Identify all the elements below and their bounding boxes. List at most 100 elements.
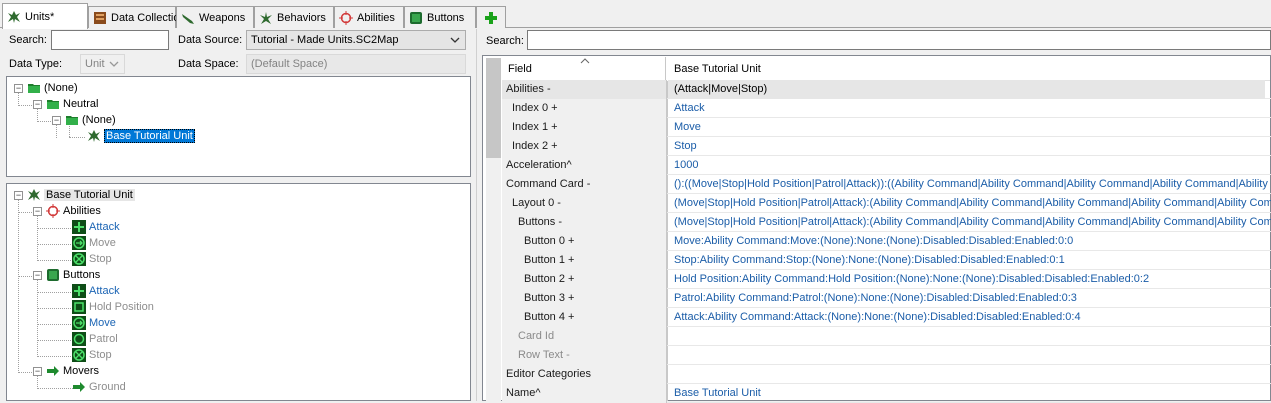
- tree-node-button-patrol[interactable]: Patrol: [72, 331, 118, 347]
- column-header-field[interactable]: Field: [502, 57, 666, 81]
- tree-node-ability-stop[interactable]: Stop: [72, 251, 112, 267]
- grid-field-name[interactable]: Card Id: [502, 327, 667, 346]
- grid-field-value[interactable]: Move: [674, 118, 1271, 137]
- grid-field-value[interactable]: Attack: [674, 99, 1271, 118]
- grid-field-value[interactable]: 1000: [674, 156, 1271, 175]
- grid-field-value[interactable]: (Attack|Move|Stop): [668, 80, 1265, 99]
- grid-field-name[interactable]: Acceleration^: [502, 156, 667, 175]
- grid-field-name[interactable]: Button 1 +: [502, 251, 667, 270]
- tab-buttons[interactable]: Buttons: [404, 6, 476, 28]
- grid-row[interactable]: Button 1 + Stop:Ability Command:Stop:(Non…: [502, 251, 1271, 270]
- grid-row[interactable]: Abilities - (Attack|Move|Stop): [502, 80, 1271, 99]
- tree-node-base-tutorial-unit[interactable]: − Base Tutorial Unit: [14, 187, 135, 203]
- grid-field-name[interactable]: Editor Categories: [502, 365, 667, 384]
- collapse-icon[interactable]: −: [14, 83, 23, 93]
- object-detail-tree[interactable]: − Base Tutorial Unit − Abilities Attack …: [6, 183, 471, 401]
- grid-row[interactable]: Acceleration^ 1000: [502, 156, 1271, 175]
- grid-field-name[interactable]: Index 1 +: [502, 118, 667, 137]
- data-type-dropdown[interactable]: Unit: [80, 54, 125, 74]
- grid-field-name[interactable]: Button 4 +: [502, 308, 667, 327]
- grid-row[interactable]: Index 2 + Stop: [502, 137, 1271, 156]
- grid-row[interactable]: Row Text -: [502, 346, 1271, 365]
- grid-row[interactable]: Index 1 + Move: [502, 118, 1271, 137]
- grid-field-name[interactable]: Button 2 +: [502, 270, 667, 289]
- tree-node-label: Abilities: [63, 205, 101, 217]
- grid-row[interactable]: Command Card - ():((Move|Stop|Hold Positi…: [502, 175, 1271, 194]
- tree-node-base-tutorial-unit[interactable]: Base Tutorial Unit: [87, 128, 195, 144]
- tree-node-label: Base Tutorial Unit: [44, 189, 135, 201]
- grid-row[interactable]: Button 4 + Attack:Ability Command:Attack:…: [502, 308, 1271, 327]
- grid-field-name[interactable]: Command Card -: [502, 175, 667, 194]
- tab-data-collections[interactable]: Data Collections: [88, 6, 191, 28]
- tree-node-label: Movers: [63, 365, 100, 377]
- hold-icon: [72, 300, 86, 314]
- right-search-label: Search:: [486, 35, 524, 47]
- collapse-icon[interactable]: −: [33, 366, 42, 376]
- grid-row[interactable]: Layout 0 - (Move|Stop|Hold Position|Patro…: [502, 194, 1271, 213]
- grid-field-value[interactable]: Patrol:Ability Command:Patrol:(None):Non…: [674, 289, 1271, 308]
- object-list-tree[interactable]: − (None) − Neutral − (None) Base Tutoria…: [6, 76, 471, 177]
- tree-node-button-stop[interactable]: Stop: [72, 347, 112, 363]
- attack-icon: [72, 220, 86, 234]
- tree-node-abilities[interactable]: − Abilities: [33, 203, 101, 219]
- grid-row[interactable]: Name^ Base Tutorial Unit: [502, 384, 1271, 403]
- tree-node-movers[interactable]: − Movers: [33, 363, 99, 379]
- tree-node-none-sub[interactable]: − (None): [52, 112, 116, 128]
- tree-node-buttons[interactable]: − Buttons: [33, 267, 100, 283]
- grid-field-value[interactable]: Attack:Ability Command:Attack:(None):Non…: [674, 308, 1271, 327]
- collapse-icon[interactable]: −: [52, 115, 61, 125]
- grid-field-name[interactable]: Row Text -: [502, 346, 667, 365]
- left-search-input[interactable]: [51, 30, 169, 50]
- tree-node-label: Move: [89, 317, 116, 329]
- grid-field-name[interactable]: Name^: [502, 384, 667, 403]
- grid-field-value[interactable]: [674, 327, 1271, 346]
- tree-node-button-move[interactable]: Move: [72, 315, 116, 331]
- tab-units[interactable]: Units*: [2, 3, 88, 29]
- add-tab-button[interactable]: [476, 6, 506, 28]
- vertical-scrollbar-thumb[interactable]: [486, 58, 501, 158]
- tree-node-ability-move[interactable]: Move: [72, 235, 116, 251]
- collapse-icon[interactable]: −: [33, 99, 42, 109]
- grid-field-name[interactable]: Index 2 +: [502, 137, 667, 156]
- column-header-value[interactable]: Base Tutorial Unit: [668, 57, 1270, 81]
- tab-behaviors[interactable]: Behaviors: [254, 6, 334, 28]
- data-source-dropdown[interactable]: Tutorial - Made Units.SC2Map: [246, 30, 466, 50]
- grid-field-value[interactable]: Move:Ability Command:Move:(None):None:(N…: [674, 232, 1271, 251]
- tab-weapons[interactable]: Weapons: [176, 6, 254, 28]
- grid-field-name[interactable]: Layout 0 -: [502, 194, 667, 213]
- grid-field-name[interactable]: Button 0 +: [502, 232, 667, 251]
- grid-row[interactable]: Button 2 + Hold Position:Ability Command:…: [502, 270, 1271, 289]
- tab-abilities[interactable]: Abilities: [334, 6, 404, 28]
- collapse-icon[interactable]: −: [33, 206, 42, 216]
- grid-row[interactable]: Card Id: [502, 327, 1271, 346]
- grid-row[interactable]: Index 0 + Attack: [502, 99, 1271, 118]
- tree-node-none-root[interactable]: − (None): [14, 80, 78, 96]
- grid-field-name[interactable]: Button 3 +: [502, 289, 667, 308]
- grid-row[interactable]: Button 3 + Patrol:Ability Command:Patrol:…: [502, 289, 1271, 308]
- vertical-scrollbar-track[interactable]: [486, 158, 501, 401]
- grid-field-value[interactable]: (Move|Stop|Hold Position|Patrol|Attack):…: [674, 194, 1271, 213]
- collapse-icon[interactable]: −: [14, 190, 23, 200]
- grid-field-value[interactable]: (Move|Stop|Hold Position|Patrol|Attack):…: [674, 213, 1271, 232]
- grid-field-name[interactable]: Abilities -: [502, 80, 667, 99]
- grid-field-value[interactable]: [674, 365, 1271, 384]
- grid-row[interactable]: Buttons - (Move|Stop|Hold Position|Patrol…: [502, 213, 1271, 232]
- grid-field-name[interactable]: Index 0 +: [502, 99, 667, 118]
- grid-field-value[interactable]: [674, 346, 1271, 365]
- grid-field-value[interactable]: Hold Position:Ability Command:Hold Posit…: [674, 270, 1271, 289]
- tree-node-neutral[interactable]: − Neutral: [33, 96, 98, 112]
- grid-field-name[interactable]: Buttons -: [502, 213, 667, 232]
- grid-field-value[interactable]: Stop: [674, 137, 1271, 156]
- tree-node-mover-ground[interactable]: Ground: [72, 379, 126, 395]
- grid-row[interactable]: Editor Categories: [502, 365, 1271, 384]
- collapse-icon[interactable]: −: [33, 270, 42, 280]
- grid-field-value[interactable]: Stop:Ability Command:Stop:(None):None:(N…: [674, 251, 1271, 270]
- grid-field-value[interactable]: ():((Move|Stop|Hold Position|Patrol|Atta…: [674, 175, 1271, 194]
- grid-row[interactable]: Button 0 + Move:Ability Command:Move:(Non…: [502, 232, 1271, 251]
- tree-node-button-hold-position[interactable]: Hold Position: [72, 299, 154, 315]
- grid-field-value[interactable]: Base Tutorial Unit: [674, 384, 1271, 403]
- tree-node-button-attack[interactable]: Attack: [72, 283, 120, 299]
- tree-node-ability-attack[interactable]: Attack: [72, 219, 120, 235]
- right-search-input[interactable]: [527, 30, 1271, 50]
- vertical-splitter[interactable]: [476, 29, 480, 401]
